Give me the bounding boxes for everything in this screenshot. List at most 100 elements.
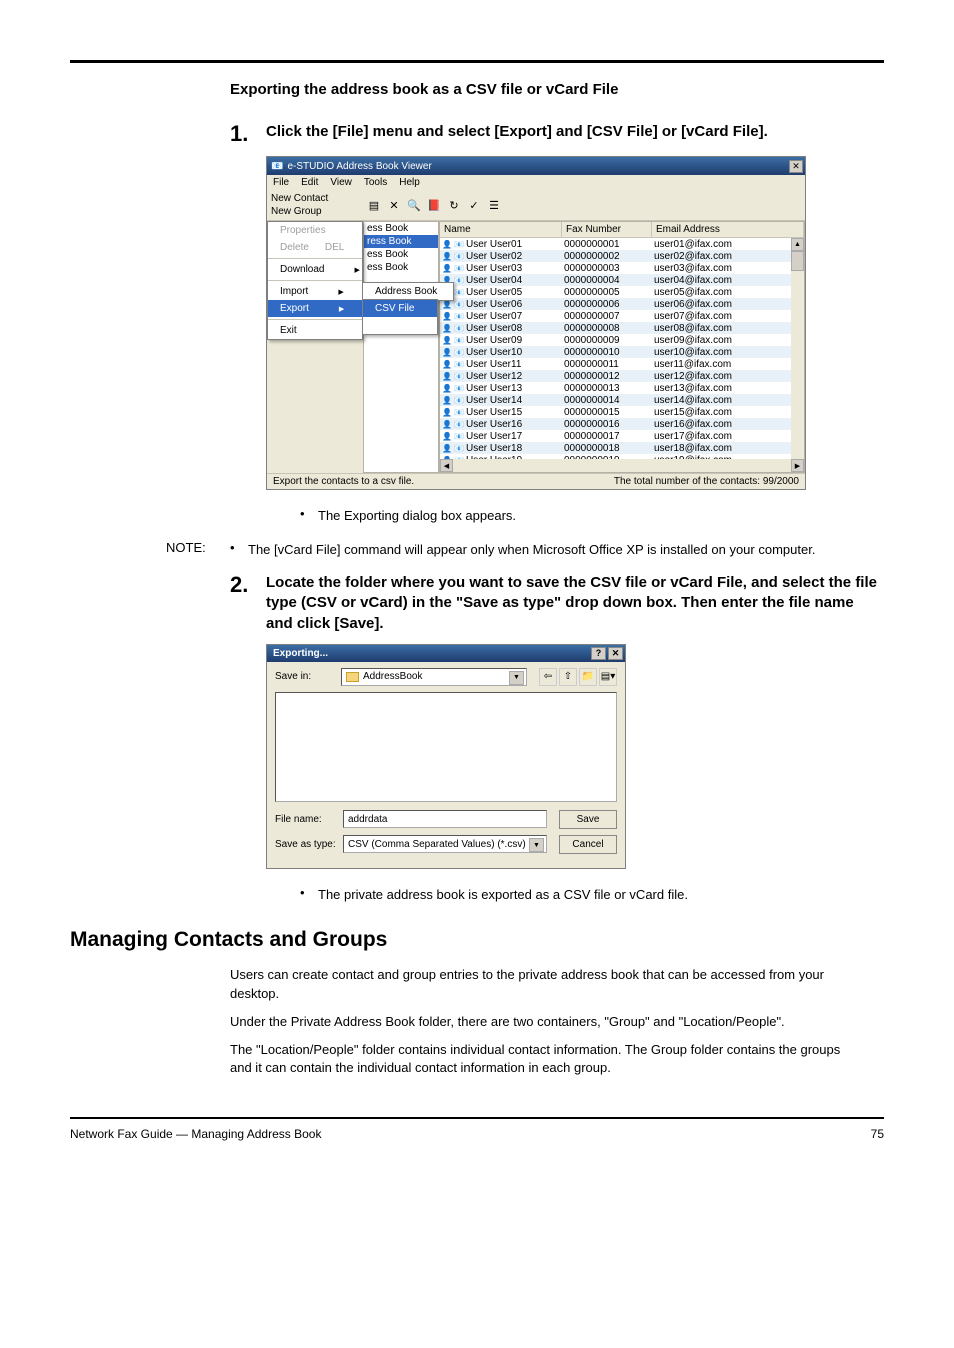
note-row: NOTE: • The [vCard File] command will ap…: [166, 540, 884, 560]
tree-item-2[interactable]: ess Book: [364, 248, 438, 261]
file-menu-download[interactable]: Download: [268, 261, 362, 278]
step-2-text: Locate the folder where you want to save…: [266, 573, 884, 634]
card-icon: 📧: [454, 432, 464, 441]
help-button[interactable]: ?: [591, 647, 606, 660]
tree-item-3[interactable]: ess Book: [364, 261, 438, 274]
save-button[interactable]: Save: [559, 810, 617, 829]
card-icon: 📧: [454, 300, 464, 309]
table-row[interactable]: 👤📧User User100000000010user10@ifax.com: [440, 346, 804, 358]
table-row[interactable]: 👤📧User User050000000005user05@ifax.com: [440, 286, 804, 298]
bullet-icon: •: [300, 506, 318, 526]
file-list-area[interactable]: [275, 692, 617, 802]
person-icon: 👤: [442, 408, 452, 417]
tree-pane: ess Book ress Book ess Book ess Book: [363, 221, 439, 473]
h2-managing: Managing Contacts and Groups: [70, 928, 884, 952]
tree-item-1[interactable]: ress Book: [364, 235, 438, 248]
table-row[interactable]: 👤📧User User180000000018user18@ifax.com: [440, 442, 804, 454]
toolbar-delete-icon[interactable]: ✕: [387, 198, 401, 212]
col-fax[interactable]: Fax Number: [562, 222, 652, 237]
bullet-icon: •: [300, 885, 318, 905]
filename-input[interactable]: addrdata: [343, 810, 547, 828]
up-icon[interactable]: ⇧: [559, 668, 577, 686]
toolbar-newcontact[interactable]: New Contact: [271, 192, 367, 205]
tree-item-0[interactable]: ess Book: [364, 222, 438, 235]
bottom-rule: [70, 1117, 884, 1119]
person-icon: 👤: [442, 252, 452, 261]
views-icon[interactable]: ▤▾: [599, 668, 617, 686]
table-row[interactable]: 👤📧User User070000000007user07@ifax.com: [440, 310, 804, 322]
newfolder-icon[interactable]: 📁: [579, 668, 597, 686]
para-3: The "Location/People" folder contains in…: [230, 1041, 884, 1077]
menu-tools[interactable]: Tools: [364, 177, 387, 188]
toolbar-check-icon[interactable]: ✓: [467, 198, 481, 212]
para-1: Users can create contact and group entri…: [230, 966, 884, 1002]
table-row[interactable]: 👤📧User User040000000004user04@ifax.com: [440, 274, 804, 286]
cancel-button[interactable]: Cancel: [559, 835, 617, 854]
card-icon: 📧: [454, 444, 464, 453]
col-name[interactable]: Name: [440, 222, 562, 237]
filename-row: File name: addrdata Save: [275, 810, 617, 829]
file-menu-import[interactable]: Import Address Book: [268, 283, 362, 300]
card-icon: 📧: [454, 372, 464, 381]
statusbar: Export the contacts to a csv file. The t…: [267, 473, 805, 489]
window-title: e-STUDIO Address Book Viewer: [287, 161, 431, 172]
savein-dropdown[interactable]: AddressBook: [341, 668, 527, 686]
table-row[interactable]: 👤📧User User080000000008user08@ifax.com: [440, 322, 804, 334]
bullet-1: • The Exporting dialog box appears.: [300, 506, 884, 526]
table-row[interactable]: 👤📧User User060000000006user06@ifax.com: [440, 298, 804, 310]
scroll-left-icon[interactable]: ◀: [440, 459, 453, 472]
bullet-2-text: The private address book is exported as …: [318, 885, 688, 905]
close-button[interactable]: ✕: [608, 647, 623, 660]
menu-file[interactable]: File: [273, 177, 289, 188]
exporting-dialog: Exporting... ? ✕ Save in: AddressBook ⇦ …: [266, 644, 626, 869]
table-row[interactable]: 👤📧User User150000000015user15@ifax.com: [440, 406, 804, 418]
toolbar-cards-icon[interactable]: ▤: [367, 198, 381, 212]
table-row[interactable]: 👤📧User User110000000011user11@ifax.com: [440, 358, 804, 370]
note-label: NOTE:: [166, 540, 230, 560]
toolbar-find-icon[interactable]: 🔍: [407, 198, 421, 212]
card-icon: 📧: [454, 276, 464, 285]
vertical-scrollbar[interactable]: ▲: [791, 238, 804, 459]
scroll-right-icon[interactable]: ▶: [791, 459, 804, 472]
scroll-thumb[interactable]: [791, 251, 804, 271]
savein-label: Save in:: [275, 671, 335, 682]
folder-icon: [346, 672, 359, 682]
menu-view[interactable]: View: [330, 177, 352, 188]
table-row[interactable]: 👤📧User User090000000009user09@ifax.com: [440, 334, 804, 346]
export-vcard[interactable]: vCard File: [363, 317, 437, 334]
toolbar-refresh-icon[interactable]: ↻: [447, 198, 461, 212]
footer: Network Fax Guide — Managing Address Boo…: [70, 1127, 884, 1141]
toolbar-book-icon[interactable]: 📕: [427, 198, 441, 212]
table-row[interactable]: 👤📧User User160000000016user16@ifax.com: [440, 418, 804, 430]
close-button[interactable]: ✕: [789, 160, 803, 173]
file-menu-export[interactable]: Export CSV File vCard File: [268, 300, 362, 317]
table-row[interactable]: 👤📧User User020000000002user02@ifax.com: [440, 250, 804, 262]
saveastype-dropdown[interactable]: CSV (Comma Separated Values) (*.csv): [343, 835, 547, 853]
file-menu-exit[interactable]: Exit: [268, 322, 362, 339]
export-csv[interactable]: CSV File: [363, 300, 437, 317]
person-icon: 👤: [442, 264, 452, 273]
card-icon: 📧: [454, 408, 464, 417]
scroll-up-icon[interactable]: ▲: [791, 238, 804, 251]
toolbar-list-icon[interactable]: ☰: [487, 198, 501, 212]
import-addressbook[interactable]: Address Book: [363, 283, 453, 300]
table-row[interactable]: 👤📧User User010000000001user01@ifax.com: [440, 238, 804, 250]
addressbook-viewer-window: 📧 e-STUDIO Address Book Viewer ✕ File Ed…: [266, 156, 806, 490]
table-row[interactable]: 👤📧User User120000000012user12@ifax.com: [440, 370, 804, 382]
table-row[interactable]: 👤📧User User170000000017user17@ifax.com: [440, 430, 804, 442]
col-email[interactable]: Email Address: [652, 222, 804, 237]
table-row[interactable]: 👤📧User User140000000014user14@ifax.com: [440, 394, 804, 406]
menu-edit[interactable]: Edit: [301, 177, 318, 188]
table-row[interactable]: 👤📧User User030000000003user03@ifax.com: [440, 262, 804, 274]
horizontal-scrollbar[interactable]: ◀ ▶: [440, 459, 804, 472]
menubar: File Edit View Tools Help: [267, 175, 805, 190]
card-icon: 📧: [454, 288, 464, 297]
person-icon: 👤: [442, 420, 452, 429]
back-icon[interactable]: ⇦: [539, 668, 557, 686]
table-row[interactable]: 👤📧User User130000000013user13@ifax.com: [440, 382, 804, 394]
saveastype-label: Save as type:: [275, 839, 337, 850]
card-icon: 📧: [454, 264, 464, 273]
menu-help[interactable]: Help: [399, 177, 420, 188]
status-left: Export the contacts to a csv file.: [273, 476, 414, 487]
toolbar-newgroup[interactable]: New Group: [271, 205, 367, 218]
